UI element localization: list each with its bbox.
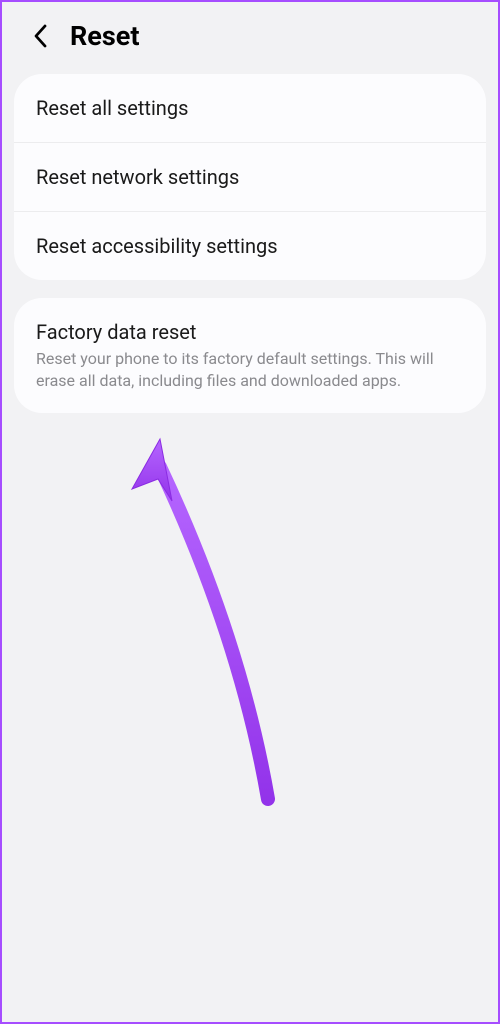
reset-accessibility-settings-item[interactable]: Reset accessibility settings (14, 212, 486, 280)
factory-reset-group: Factory data reset Reset your phone to i… (14, 298, 486, 413)
back-icon[interactable] (30, 25, 52, 47)
reset-options-group: Reset all settings Reset network setting… (14, 74, 486, 280)
item-title: Reset network settings (36, 165, 464, 189)
factory-data-reset-item[interactable]: Factory data reset Reset your phone to i… (14, 298, 486, 413)
reset-all-settings-item[interactable]: Reset all settings (14, 74, 486, 143)
annotation-arrow-icon (120, 437, 290, 816)
item-title: Reset all settings (36, 96, 464, 120)
item-title: Reset accessibility settings (36, 234, 464, 258)
header: Reset (2, 2, 498, 70)
page-title: Reset (70, 20, 139, 52)
item-title: Factory data reset (36, 320, 464, 344)
item-description: Reset your phone to its factory default … (36, 348, 464, 391)
reset-network-settings-item[interactable]: Reset network settings (14, 143, 486, 212)
